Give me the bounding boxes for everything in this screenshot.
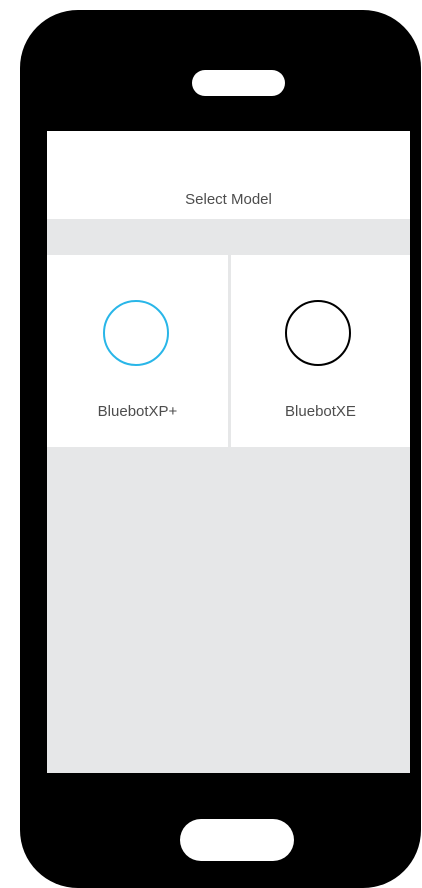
model-label: BluebotXP+ [97, 403, 178, 420]
page-title: Select Model [185, 191, 272, 208]
app-screen: Select Model BluebotXP+ BluebotXE [47, 131, 410, 773]
circle-outline-icon [285, 300, 351, 366]
model-card-bluebotxe[interactable]: BluebotXE [231, 255, 410, 447]
home-button[interactable] [180, 819, 294, 861]
model-grid: BluebotXP+ BluebotXE [47, 255, 410, 447]
app-header: Select Model [47, 131, 410, 219]
circle-outline-icon [103, 300, 169, 366]
model-label: BluebotXE [285, 403, 356, 420]
model-card-bluebotxp-plus[interactable]: BluebotXP+ [47, 255, 228, 447]
phone-frame: Select Model BluebotXP+ BluebotXE [20, 10, 421, 888]
speaker-slot [192, 70, 285, 96]
